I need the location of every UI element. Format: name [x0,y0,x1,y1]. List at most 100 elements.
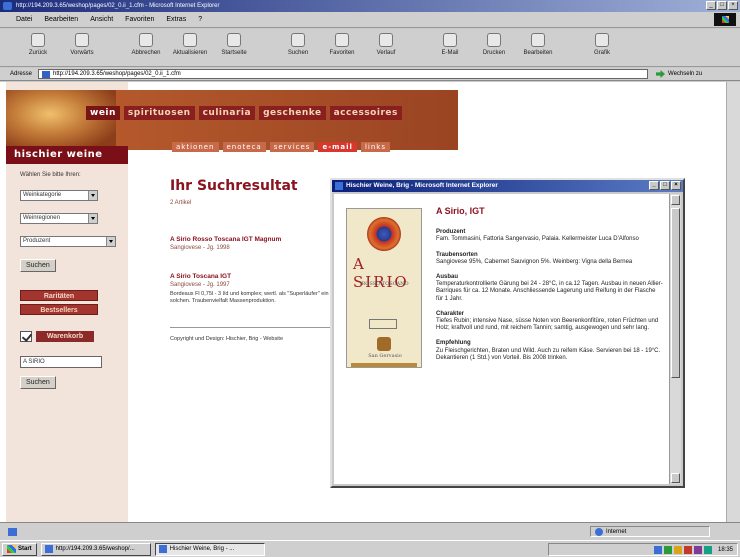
address-url: http://194.209.3.65/weshop/pages/02_0.ii… [53,71,181,77]
system-tray: 18:35 [548,543,738,556]
popup-close-button[interactable]: × [671,181,681,190]
page-scrollbar[interactable] [726,82,740,522]
sidebar-heading: Wählen Sie bitte Ihren: [20,172,81,178]
forward-button[interactable]: Vorwärts [60,33,104,56]
tray-icon[interactable] [653,545,662,554]
popup-titlebar: Hischier Weine, Brig - Microsoft Interne… [332,180,683,192]
window-title: http://194.209.3.65/weshop/pages/02_0.ii… [16,3,220,9]
popup-scrollbar[interactable] [669,194,681,484]
banner-image [6,90,116,150]
section-text: Fam. Tommasini, Fattoria Sangervasio, Pa… [436,236,639,243]
stop-button[interactable]: Abbrechen [124,33,168,56]
close-button[interactable]: × [728,1,738,10]
home-button[interactable]: Startseite [212,33,256,56]
section-heading: Empfehlung [436,340,471,347]
status-bar: Internet [0,522,740,540]
subnav-enoteca[interactable]: enoteca [222,142,266,152]
tray-icon[interactable] [703,545,712,554]
address-label: Adresse [10,71,33,77]
ie-icon [44,545,53,553]
nav-geschenke[interactable]: geschenke [259,106,326,120]
page-status-icon [8,528,17,536]
printer-icon [487,33,501,47]
windows-logo-icon [714,13,736,26]
sub-nav: aktionen enoteca services e-mail links [172,142,390,152]
maximize-button[interactable]: □ [717,1,727,10]
subnav-aktionen[interactable]: aktionen [172,142,219,152]
chevron-down-icon [106,237,115,246]
mail-icon [443,33,457,47]
scroll-thumb[interactable] [671,208,680,378]
category-select[interactable]: Weinkategorie [20,190,98,201]
menu-bearbeiten[interactable]: Bearbeiten [44,16,78,23]
chevron-down-icon [88,214,97,223]
text-search-input[interactable]: A SIRIO [20,356,102,368]
subnav-links[interactable]: links [360,142,390,152]
menu-bar: Datei Bearbeiten Ansicht Favoriten Extra… [0,12,740,28]
tray-icon[interactable] [663,545,672,554]
window-titlebar: http://194.209.3.65/weshop/pages/02_0.ii… [0,0,740,12]
menu-ansicht[interactable]: Ansicht [90,16,113,23]
go-button[interactable]: Wechseln zu [656,70,702,78]
wine-label-image: A SIRIO ROSSO TOSCANO San Gervasio [346,208,422,368]
label-box [369,319,397,329]
address-input[interactable]: http://194.209.3.65/weshop/pages/02_0.ii… [38,69,649,79]
scroll-down-icon[interactable] [671,473,680,483]
search-submit-button[interactable]: Suchen [20,259,56,272]
producer-select[interactable]: Produzent [20,236,116,247]
go-arrow-icon [656,70,666,78]
tray-icon[interactable] [673,545,682,554]
tray-icon[interactable] [683,545,692,554]
cart-button[interactable]: Warenkorb [36,331,94,342]
raritaeten-button[interactable]: Raritäten [20,290,98,301]
section-heading: Produzent [436,229,466,236]
graphics-button[interactable]: Grafik [580,33,624,56]
favorites-button[interactable]: Favoriten [320,33,364,56]
label-strip [351,363,417,367]
scroll-up-icon[interactable] [671,195,680,205]
subnav-services[interactable]: services [269,142,315,152]
wine-info: A Sirio, IGT Produzent Fam. Tommasini, F… [436,206,664,362]
result-description: Bordeaux Fl 0,75l - 3 l/d und komplex; w… [170,291,344,304]
nav-wein[interactable]: wein [86,106,120,120]
subnav-email[interactable]: e-mail [318,142,357,152]
label-sub: ROSSO TOSCANO [361,281,409,287]
cart-icon [20,331,32,342]
popup-maximize-button[interactable]: □ [660,181,670,190]
section-heading: Charakter [436,310,465,317]
tray-icon[interactable] [693,545,702,554]
label-crest-icon [377,337,391,351]
main-nav: wein spirituosen culinaria geschenke acc… [86,106,402,120]
section-text: Temperaturkontrollierte Gärung bei 24 - … [436,281,663,302]
taskbar-item-active[interactable]: Hischier Weine, Brig - ... [154,542,265,556]
menu-help[interactable]: ? [198,16,202,23]
region-select[interactable]: Weinregionen [20,213,98,224]
sidebar-form: Wählen Sie bitte Ihren: Weinkategorie We… [20,172,120,389]
nav-accessoires[interactable]: accessoires [329,106,402,120]
search-button[interactable]: Suchen [276,33,320,56]
menu-datei[interactable]: Datei [16,16,32,23]
menu-favoriten[interactable]: Favoriten [125,16,154,23]
nav-culinaria[interactable]: culinaria [198,106,256,120]
popup-title: Hischier Weine, Brig - Microsoft Interne… [346,182,498,189]
cart-row[interactable]: Warenkorb [20,331,120,342]
menu-extras[interactable]: Extras [166,16,186,23]
edit-button[interactable]: Bearbeiten [516,33,560,56]
stop-icon [139,33,153,47]
popup-minimize-button[interactable]: _ [649,181,659,190]
mail-button[interactable]: E-Mail [428,33,472,56]
history-button[interactable]: Verlauf [364,33,408,56]
refresh-button[interactable]: Aktualisieren [168,33,212,56]
back-button[interactable]: Zurück [16,33,60,56]
taskbar-item[interactable]: http://194.209.3.65/weshop/... [40,542,151,556]
section-heading: Traubensorten [436,251,478,258]
start-button[interactable]: Start [2,542,37,556]
refresh-icon [183,33,197,47]
nav-spirituosen[interactable]: spirituosen [123,106,195,120]
ie-icon [3,2,12,10]
print-button[interactable]: Drucken [472,33,516,56]
bestseller-button[interactable]: Bestsellers [20,304,98,315]
minimize-button[interactable]: _ [706,1,716,10]
text-search-button[interactable]: Suchen [20,376,56,389]
wine-name: A Sirio, IGT [436,206,485,216]
